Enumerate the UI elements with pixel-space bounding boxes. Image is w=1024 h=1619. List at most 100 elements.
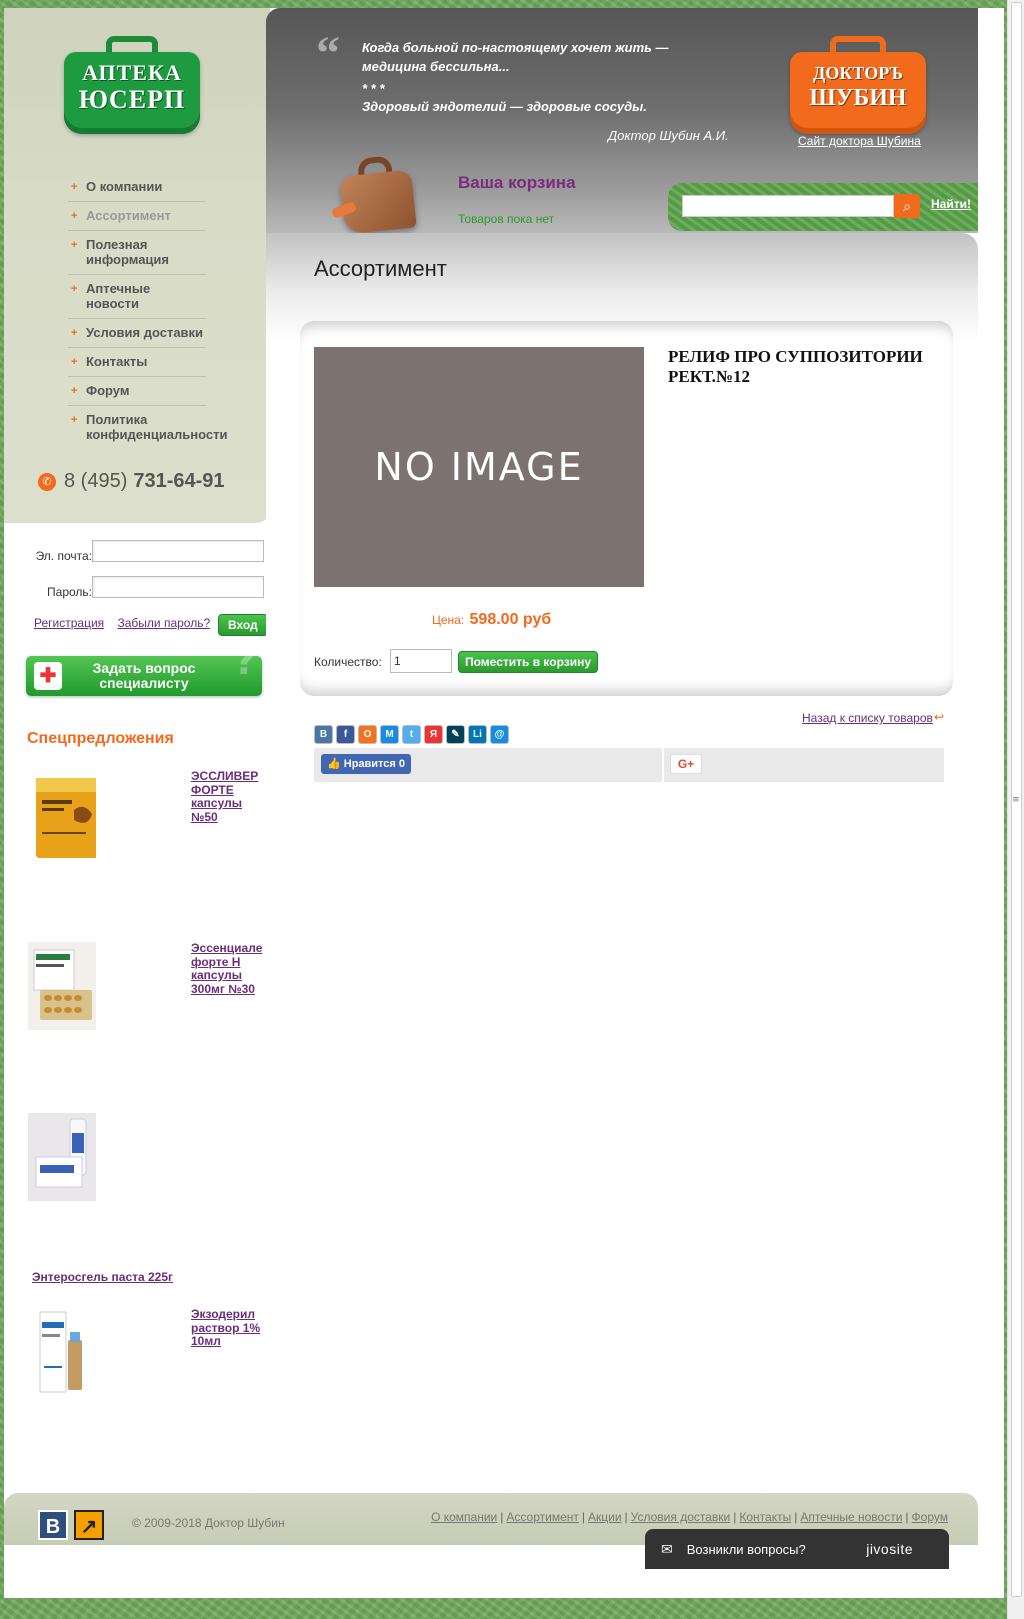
doctor-site-link[interactable]: Сайт доктора Шубина — [798, 134, 921, 148]
cart-title[interactable]: Ваша корзина — [458, 173, 576, 193]
mail-share-icon[interactable]: @ — [490, 725, 509, 744]
nav-item-news[interactable]: + Аптечные новости — [68, 275, 206, 319]
quantity-input[interactable]: 1 — [390, 649, 452, 673]
quote-author: Доктор Шубин А.И. — [608, 128, 729, 143]
nav-item-forum[interactable]: + Форум — [68, 377, 206, 406]
quote: Когда больной по-настоящему хочет жить —… — [362, 38, 722, 116]
vk-share-icon[interactable]: В — [314, 725, 333, 744]
exoderil-product-image[interactable] — [28, 1308, 96, 1396]
bullet-icon: + — [71, 356, 78, 368]
nav-item-about[interactable]: + О компании — [68, 173, 206, 202]
moimir-share-icon[interactable]: М — [380, 725, 399, 744]
google-plus-button[interactable]: G+ — [670, 754, 702, 774]
back-arrow-icon[interactable]: ↩ — [934, 710, 944, 724]
jivo-brand: jivosite — [866, 1541, 913, 1557]
nav-label: Политика конфиденциальности — [86, 412, 228, 442]
footer-separator: | — [581, 1510, 585, 1524]
password-row: Пароль: — [30, 576, 270, 612]
footer-link-about[interactable]: О компании — [431, 1510, 497, 1524]
jivosite-chat-widget[interactable]: ✉ Возникли вопросы? jivosite — [645, 1529, 949, 1569]
bullet-icon: + — [71, 210, 78, 222]
logo-line1: АПТЕКА — [82, 60, 182, 85]
footer-link-assortment[interactable]: Ассортимент — [506, 1510, 578, 1524]
external-link-icon[interactable]: ↗ — [74, 1510, 104, 1540]
phone-icon: ✆ — [38, 472, 56, 491]
quote-line2: Здоровый эндотелий — здоровые сосуды. — [362, 99, 647, 114]
vk-icon[interactable]: В — [38, 1510, 68, 1540]
nav-label: О компании — [86, 179, 163, 194]
essentiale-product-image[interactable] — [28, 942, 96, 1030]
footer-separator: | — [733, 1510, 737, 1524]
yandex-share-icon[interactable]: Я — [424, 725, 443, 744]
livejournal-share-icon[interactable]: ✎ — [446, 725, 465, 744]
email-field[interactable] — [92, 540, 264, 562]
offer-link[interactable]: Эссенциале форте Н капсулы 300мг №30 — [191, 941, 267, 996]
footer-link-news[interactable]: Аптечные новости — [800, 1510, 902, 1524]
linkedin-share-icon[interactable]: Li — [468, 725, 487, 744]
question-icon: ? — [233, 639, 256, 683]
share-bar: Вf О Мt Я ✎ Li @ — [314, 725, 509, 744]
twitter-share-icon[interactable]: t — [402, 725, 421, 744]
page: АПТЕКА ЮСЕРП + О компании + Ассортимент + П… — [4, 8, 1004, 1598]
forgot-password-link[interactable]: Забыли пароль? — [118, 616, 211, 630]
nav-item-privacy[interactable]: + Политика конфиденциальности — [68, 406, 248, 449]
enterosgel-product-image[interactable] — [28, 1113, 96, 1201]
offer-link[interactable]: Экзодерил раствор 1% 10мл — [191, 1307, 267, 1349]
search-input[interactable] — [682, 195, 894, 217]
scrollbar[interactable]: ≡ — [1007, 0, 1024, 1619]
facebook-like-button[interactable]: 👍 Нравится 0 — [321, 754, 412, 774]
nav-label: Ассортимент — [86, 208, 171, 223]
offer-link[interactable]: Энтеросгель паста 225г — [32, 1270, 232, 1285]
product-name: РЕЛИФ ПРО СУППОЗИТОРИИ РЕКТ.№12 — [668, 347, 923, 386]
odnoklassniki-share-icon[interactable]: О — [358, 725, 377, 744]
price-label: Цена: — [432, 613, 465, 627]
product-card: NO IMAGE РЕЛИФ ПРО СУППОЗИТОРИИ РЕКТ.№12… — [300, 321, 953, 696]
essliver-product-image[interactable] — [28, 770, 96, 858]
footer-separator: | — [905, 1510, 909, 1524]
email-row: Эл. почта: — [30, 540, 270, 576]
footer-link-forum[interactable]: Форум — [912, 1510, 948, 1524]
bullet-icon: + — [71, 239, 78, 251]
search-go-link[interactable]: Найти! — [931, 197, 971, 211]
copyright: © 2009-2018 Доктор Шубин — [132, 1516, 285, 1530]
product-image-placeholder: NO IMAGE — [314, 347, 644, 587]
footer-nav: О компании | Ассортимент | Акции | Условия дос… — [431, 1510, 948, 1524]
nav-label: Аптечные новости — [86, 281, 151, 311]
nav-label: Контакты — [86, 354, 148, 369]
cart-bag-icon[interactable] — [331, 153, 424, 235]
bullet-icon: + — [71, 385, 78, 397]
password-field[interactable] — [92, 576, 264, 598]
quantity-label: Количество: — [314, 655, 382, 669]
apteka-logo[interactable]: АПТЕКА ЮСЕРП — [64, 36, 200, 136]
facebook-share-icon[interactable]: f — [336, 725, 355, 744]
login-links: Регистрация Забыли пароль? — [34, 616, 220, 630]
footer-separator: | — [794, 1510, 798, 1524]
doctor-shubin-logo[interactable]: ДОКТОРЪ ШУБИН — [790, 36, 926, 136]
quote-stars: * * * — [362, 81, 385, 96]
footer-link-delivery[interactable]: Условия доставки — [631, 1510, 731, 1524]
offer-link[interactable]: ЭССЛИВЕР ФОРТЕ капсулы №50 — [191, 769, 267, 824]
add-to-cart-button[interactable]: Поместить в корзину — [458, 651, 599, 673]
footer-link-promotions[interactable]: Акции — [588, 1510, 622, 1524]
nav-item-delivery[interactable]: + Условия доставки — [68, 319, 206, 348]
nav-item-useful-info[interactable]: + Полезная информация — [68, 231, 206, 275]
bullet-icon: + — [71, 181, 78, 193]
nav-item-contacts[interactable]: + Контакты — [68, 348, 206, 377]
ask-specialist-button[interactable]: ✚ ? Задать вопрос специалисту — [26, 639, 262, 696]
offers-title: Спецпредложения — [27, 730, 174, 747]
bullet-icon: + — [71, 283, 78, 295]
dr-logo-line1: ДОКТОРЪ — [813, 63, 903, 83]
password-label: Пароль: — [47, 585, 92, 599]
bullet-icon: + — [71, 327, 78, 339]
nav-item-assortment[interactable]: + Ассортимент — [68, 202, 206, 231]
logo-line2: ЮСЕРП — [78, 85, 186, 114]
login-button[interactable]: Вход — [218, 614, 268, 636]
search-box: ⌕ Найти! — [668, 183, 978, 231]
search-icon[interactable]: ⌕ — [894, 194, 920, 218]
register-link[interactable]: Регистрация — [34, 616, 104, 630]
footer-link-contacts[interactable]: Контакты — [739, 1510, 791, 1524]
jivo-text: Возникли вопросы? — [686, 1541, 806, 1557]
bullet-icon: + — [71, 414, 78, 426]
back-to-list-link[interactable]: Назад к списку товаров — [802, 711, 933, 725]
logo-body: АПТЕКА ЮСЕРП — [64, 52, 200, 134]
